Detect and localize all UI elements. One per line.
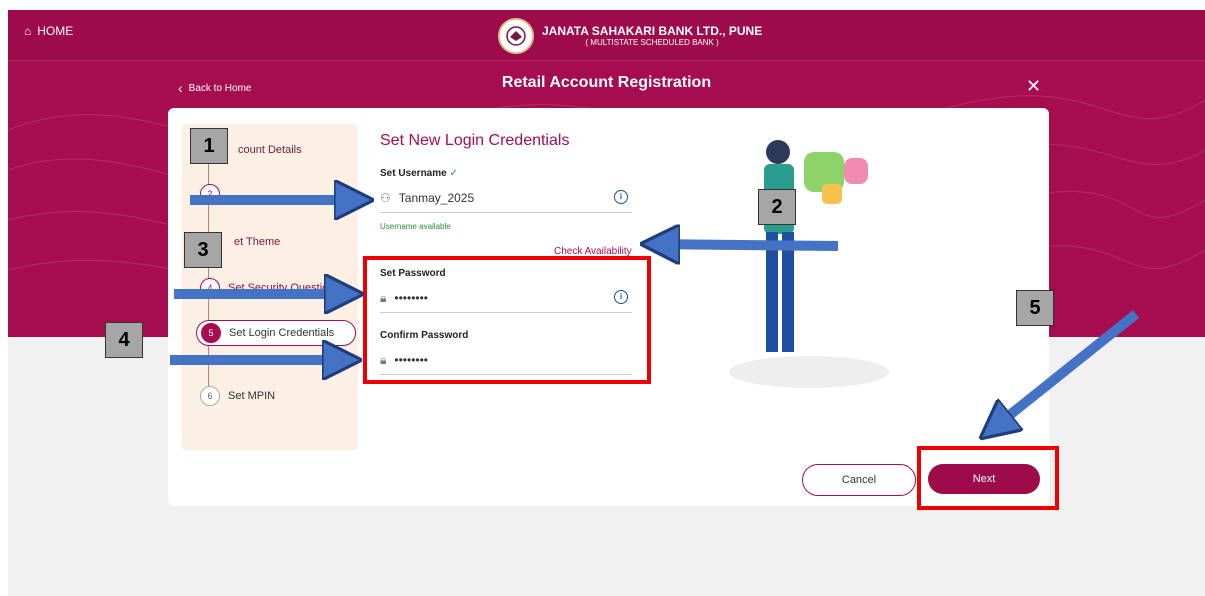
username-value: Tanmay_2025	[398, 191, 475, 205]
bank-name: JANATA SAHAKARI BANK LTD., PUNE	[542, 24, 763, 38]
bank-emblem-icon	[506, 26, 526, 46]
step-sidebar: count Details 2 et Theme 4 Set Security …	[182, 124, 358, 450]
username-field[interactable]: ⚇ Tanmay_2025 i	[380, 184, 632, 213]
step-item-2[interactable]: 2	[200, 184, 220, 204]
home-icon: ⌂	[24, 24, 32, 38]
home-link[interactable]: ⌂ HOME	[24, 24, 73, 38]
top-bar: ⌂ HOME JANATA SAHAKARI BANK LTD., PUNE (…	[8, 10, 1205, 61]
username-status: Username available	[380, 222, 451, 231]
step-item-3[interactable]: et Theme	[234, 236, 280, 248]
callout-2: 2	[758, 189, 796, 225]
step-number: 2	[200, 184, 220, 204]
callout-3: 3	[184, 232, 222, 268]
step-label: Set Login Credentials	[229, 327, 335, 339]
step-label: et Theme	[234, 236, 281, 248]
step-item-1[interactable]: count Details	[238, 144, 302, 156]
step-label: Set MPIN	[228, 390, 276, 402]
callout-4: 4	[105, 322, 143, 358]
step-item-4[interactable]: 4 Set Security Questions	[200, 278, 340, 298]
bank-brand: JANATA SAHAKARI BANK LTD., PUNE ( MULTIS…	[498, 18, 762, 54]
step-item-5-active[interactable]: 5 Set Login Credentials	[196, 320, 356, 346]
info-icon[interactable]: i	[614, 190, 628, 204]
step-label: count Details	[238, 144, 302, 156]
username-label-text: Set Username	[380, 168, 447, 179]
step-number: 5	[201, 323, 221, 343]
user-icon: ⚇	[380, 191, 391, 205]
close-icon[interactable]: ✕	[1026, 76, 1041, 97]
cancel-button[interactable]: Cancel	[802, 464, 916, 496]
bank-subtitle: ( MULTISTATE SCHEDULED BANK )	[585, 38, 719, 47]
step-number: 6	[200, 386, 220, 406]
check-circle-icon: ✓	[449, 168, 458, 179]
next-highlight-box	[917, 446, 1059, 510]
username-label: Set Username ✓	[380, 168, 458, 179]
home-label: HOME	[37, 24, 74, 38]
step-item-6[interactable]: 6 Set MPIN	[200, 386, 275, 406]
callout-5: 5	[1016, 290, 1054, 326]
bank-logo	[498, 18, 534, 54]
form-title: Set New Login Credentials	[380, 132, 570, 149]
callout-1: 1	[190, 128, 228, 164]
person-illustration	[729, 140, 889, 388]
step-label: Set Security Questions	[228, 282, 340, 294]
step-number: 4	[200, 278, 220, 298]
password-highlight-box	[363, 256, 651, 384]
